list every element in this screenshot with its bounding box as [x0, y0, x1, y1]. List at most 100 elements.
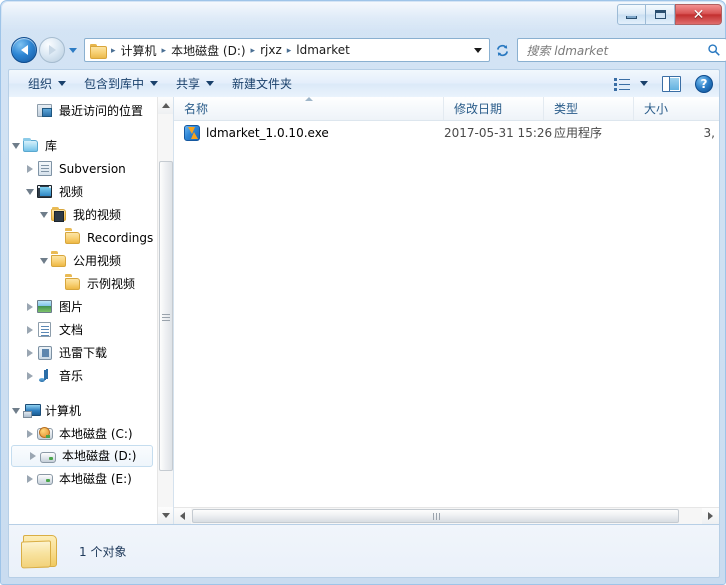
address-bar[interactable]: ▸ 计算机 ▸ 本地磁盘 (D:) ▸ rjxz ▸ ldmarket — [84, 38, 490, 62]
view-options-icon[interactable] — [614, 77, 631, 91]
tree-expander[interactable] — [23, 341, 37, 364]
share-button[interactable]: 共享 — [167, 71, 223, 96]
tree-expander[interactable] — [23, 295, 37, 318]
scroll-down-button[interactable] — [158, 507, 173, 524]
organize-button[interactable]: 组织 — [19, 71, 75, 96]
scroll-left-button[interactable] — [174, 508, 191, 524]
sidebar-item-Recordings[interactable]: Recordings — [9, 226, 157, 249]
folder-icon-wrap — [51, 253, 68, 268]
minimize-button[interactable] — [617, 4, 646, 25]
sidebar-item-最近访问的位置[interactable]: 最近访问的位置 — [9, 99, 157, 122]
search-box[interactable]: 搜索 ldmarket — [517, 38, 726, 62]
sidebar-item-label: 音乐 — [59, 368, 84, 383]
sidebar-item-音乐[interactable]: 音乐 — [9, 364, 157, 387]
horizontal-scrollbar-thumb[interactable] — [192, 509, 679, 523]
help-icon[interactable]: ? — [695, 74, 713, 93]
preview-pane-icon[interactable] — [662, 75, 681, 92]
chevron-right-icon — [27, 348, 33, 357]
table-row[interactable]: ldmarket_1.0.10.exe 2017-05-31 15:26 应用程… — [174, 121, 719, 144]
file-name-label: ldmarket_1.0.10.exe — [206, 125, 329, 140]
tree-expander[interactable] — [23, 157, 37, 180]
breadcrumb-item-ldmarket[interactable]: ldmarket — [293, 43, 353, 57]
sidebar-item-我的视频[interactable]: 我的视频 — [9, 203, 157, 226]
column-header-date[interactable]: 修改日期 — [444, 97, 544, 120]
sidebar-item-本地磁盘 (C:)[interactable]: 本地磁盘 (C:) — [9, 422, 157, 445]
file-list-horizontal-scrollbar[interactable] — [174, 507, 719, 524]
forward-button[interactable] — [39, 37, 65, 63]
sidebar-item-label: 本地磁盘 (E:) — [59, 471, 132, 486]
disk-icon-wrap — [37, 471, 54, 486]
chevron-right-icon — [27, 429, 33, 438]
pictures-icon-wrap — [37, 299, 54, 314]
tree-expander[interactable] — [9, 399, 23, 422]
chevron-down-icon — [206, 81, 215, 86]
navigation-pane-scrollbar[interactable] — [157, 97, 173, 524]
refresh-button[interactable] — [493, 39, 511, 62]
sidebar-item-label: 示例视频 — [87, 276, 136, 291]
view-options-chevron-down-icon[interactable] — [640, 81, 648, 86]
maximize-icon — [654, 10, 666, 19]
sidebar-item-Subversion[interactable]: Subversion — [9, 157, 157, 180]
tree-expander[interactable] — [23, 180, 37, 203]
tree-expander[interactable] — [23, 422, 37, 445]
sidebar-item-公用视频[interactable]: 公用视频 — [9, 249, 157, 272]
sidebar-item-计算机[interactable]: 计算机 — [9, 399, 157, 422]
include-in-library-button[interactable]: 包含到库中 — [75, 71, 167, 96]
explorer-window: ✕ ▸ 计算机 ▸ 本地磁盘 (D:) ▸ rjxz ▸ ldmarket 搜索… — [0, 0, 726, 585]
chevron-right-icon — [27, 164, 33, 173]
tree-expander[interactable] — [23, 467, 37, 490]
sidebar-item-视频[interactable]: 视频 — [9, 180, 157, 203]
folder-icon — [65, 232, 80, 244]
maximize-button[interactable] — [646, 4, 675, 25]
title-bar: ✕ — [1, 1, 726, 31]
tree-expander — [51, 272, 65, 295]
tree-expander[interactable] — [23, 318, 37, 341]
sidebar-item-label: 本地磁盘 (C:) — [59, 426, 133, 441]
video-library-icon — [37, 185, 52, 198]
new-folder-button[interactable]: 新建文件夹 — [223, 71, 301, 96]
column-header-name-label: 名称 — [184, 102, 209, 116]
video-folder-icon — [51, 207, 66, 222]
sidebar-item-示例视频[interactable]: 示例视频 — [9, 272, 157, 295]
close-button[interactable]: ✕ — [675, 4, 722, 25]
sidebar-item-文档[interactable]: 文档 — [9, 318, 157, 341]
folder-front-shape — [21, 540, 51, 569]
search-input[interactable]: 搜索 ldmarket — [526, 42, 703, 59]
column-header-type[interactable]: 类型 — [544, 97, 634, 120]
tree-expander[interactable] — [37, 249, 51, 272]
sidebar-item-label: 库 — [45, 138, 58, 153]
sidebar-item-库[interactable]: 库 — [9, 134, 157, 157]
refresh-icon — [496, 44, 508, 56]
breadcrumb-item-computer[interactable]: 计算机 — [118, 42, 160, 59]
file-size-cell: 3, — [703, 125, 715, 140]
system-disk-icon-wrap — [37, 426, 54, 441]
back-button[interactable] — [11, 37, 37, 63]
sidebar-item-本地磁盘 (D:)[interactable]: 本地磁盘 (D:) — [11, 445, 153, 467]
tree-expander[interactable] — [9, 134, 23, 157]
sidebar-item-label: 计算机 — [45, 403, 82, 418]
column-header-size[interactable]: 大小 — [634, 97, 719, 120]
sidebar-item-本地磁盘 (E:)[interactable]: 本地磁盘 (E:) — [9, 467, 157, 490]
scrollbar-thumb[interactable] — [159, 161, 173, 471]
toolbar-right-group: ? — [610, 74, 713, 93]
folder-icon — [65, 278, 80, 290]
history-dropdown-icon[interactable] — [69, 47, 77, 53]
file-date-cell: 2017-05-31 15:26 — [444, 125, 553, 140]
navigation-pane: 最近访问的位置库 Subversion 视频 我的视频 Recordings 公用视频示例… — [9, 97, 173, 524]
tree-expander[interactable] — [23, 364, 37, 387]
nav-buttons — [11, 37, 77, 63]
breadcrumb-item-drive-d[interactable]: 本地磁盘 (D:) — [168, 42, 248, 59]
chevron-right-icon — [27, 474, 33, 483]
address-dropdown-icon[interactable] — [474, 47, 482, 53]
scroll-up-button[interactable] — [158, 97, 173, 114]
column-header-name[interactable]: 名称 — [174, 97, 444, 120]
sidebar-item-迅雷下载[interactable]: 迅雷下载 — [9, 341, 157, 364]
navigation-bar: ▸ 计算机 ▸ 本地磁盘 (D:) ▸ rjxz ▸ ldmarket 搜索 l… — [1, 34, 726, 66]
tree-expander[interactable] — [37, 203, 51, 226]
chevron-down-icon — [12, 407, 20, 414]
tree-expander[interactable] — [26, 446, 40, 466]
scroll-right-button[interactable] — [702, 508, 719, 524]
disk-icon — [37, 474, 53, 485]
sidebar-item-图片[interactable]: 图片 — [9, 295, 157, 318]
breadcrumb-item-rjxz[interactable]: rjxz — [257, 43, 285, 57]
